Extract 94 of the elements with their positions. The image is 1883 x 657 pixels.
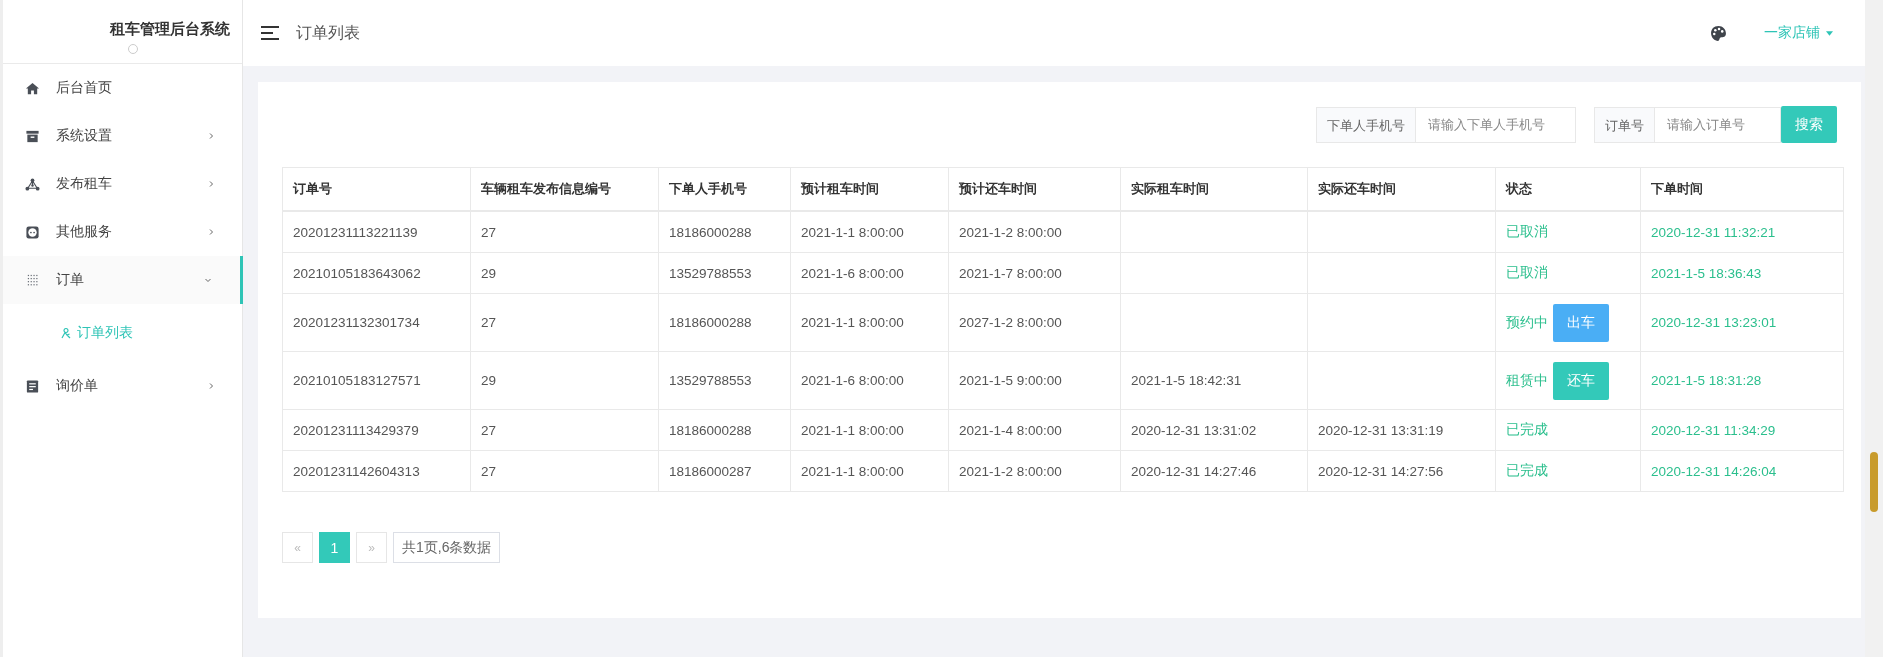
menu-item[interactable]: 发布租车 (3, 160, 243, 208)
next-page-button[interactable]: » (356, 532, 387, 563)
system-title: 租车管理后台系统 (110, 20, 230, 39)
order-time: 2021-1-5 18:36:43 (1651, 265, 1762, 281)
table-cell: 20201231142604313 (293, 463, 420, 479)
archive-icon (25, 128, 40, 144)
search-field[interactable]: 请输入订单号 (1655, 106, 1781, 143)
table-cell: 2021-1-1 8:00:00 (801, 463, 904, 479)
table-cell: 2021-1-1 8:00:00 (801, 422, 904, 438)
chevron-right-icon (207, 382, 215, 390)
document-icon (25, 378, 40, 394)
palette-icon[interactable] (1710, 24, 1727, 42)
column-header: 预计还车时间 (948, 167, 1121, 211)
table-cell: 2027-1-2 8:00:00 (959, 315, 1062, 330)
table-cell: 2020-12-31 14:27:56 (1318, 463, 1444, 479)
page-button[interactable]: 1 (319, 532, 350, 563)
table-cell: 2021-1-6 8:00:00 (801, 265, 904, 281)
home-icon (25, 80, 40, 96)
menu-item[interactable]: 后台首页 (3, 64, 243, 112)
table-cell: 27 (481, 224, 497, 240)
chevron-right-icon (207, 228, 215, 236)
search-field[interactable]: 请输入下单人手机号 (1416, 106, 1576, 143)
status-text: 租赁中 (1506, 371, 1548, 390)
network-icon (25, 176, 40, 192)
scrollbar[interactable] (1865, 0, 1883, 657)
grid-icon (25, 272, 40, 288)
table-cell: 2021-1-1 8:00:00 (801, 224, 904, 240)
menu-item[interactable]: 订单 (3, 256, 243, 304)
table-cell: 20201231113221139 (293, 224, 418, 240)
table-cell: 27 (481, 463, 497, 479)
status-text: 已取消 (1506, 223, 1548, 241)
column-header: 预计租车时间 (790, 167, 949, 211)
table-cell: 29 (481, 265, 497, 281)
table-cell: 18186000287 (669, 463, 752, 479)
table-cell: 18186000288 (669, 422, 752, 438)
column-header: 实际还车时间 (1307, 167, 1496, 211)
table-cell: 2020-12-31 14:27:46 (1131, 463, 1257, 479)
order-time: 2021-1-5 18:31:28 (1651, 373, 1762, 388)
previous-page-button[interactable]: « (282, 532, 313, 563)
table-cell: 20201231132301734 (293, 315, 420, 330)
table-cell: 20210105183643062 (293, 265, 421, 281)
chevron-down-icon (204, 276, 212, 284)
table-cell: 13529788553 (669, 265, 752, 281)
table-cell: 29 (481, 373, 497, 388)
menu-item[interactable]: 其他服务 (3, 208, 243, 256)
table-cell: 2020-12-31 13:31:19 (1318, 422, 1444, 438)
column-header: 下单人手机号 (658, 167, 791, 211)
order-time: 2020-12-31 11:32:21 (1651, 224, 1776, 240)
order-time: 2020-12-31 13:23:01 (1651, 315, 1777, 330)
person-icon (60, 327, 72, 339)
column-header: 订单号 (282, 167, 471, 211)
table-cell: 2021-1-1 8:00:00 (801, 315, 904, 330)
breadcrumb: 订单列表 (296, 22, 360, 43)
column-header: 实际租车时间 (1120, 167, 1308, 211)
menu-item[interactable]: 系统设置 (3, 112, 243, 160)
menu-item[interactable]: 询价单 (3, 362, 243, 410)
status-text: 已完成 (1506, 421, 1548, 439)
table-cell: 2021-1-6 8:00:00 (801, 373, 904, 388)
store-dropdown[interactable]: 一家店铺 (1764, 24, 1833, 42)
table-cell: 20201231113429379 (293, 422, 419, 438)
status-text: 预约中 (1506, 313, 1548, 332)
table-cell: 2021-1-2 8:00:00 (959, 463, 1062, 479)
field-label: 订单号 (1594, 106, 1655, 143)
table-cell: 18186000288 (669, 315, 752, 330)
submenu-item[interactable]: 订单列表 (3, 304, 242, 362)
order-time: 2020-12-31 14:26:04 (1651, 463, 1777, 479)
page-summary: 共1页,6条数据 (393, 532, 501, 563)
outlet-icon (25, 224, 40, 240)
table-cell: 2021-1-5 18:42:31 (1131, 373, 1242, 388)
chevron-right-icon (207, 132, 215, 140)
table-cell: 18186000288 (669, 224, 752, 240)
action-button[interactable]: 还车 (1553, 361, 1609, 400)
table-cell: 20210105183127571 (293, 373, 421, 388)
order-time: 2020-12-31 11:34:29 (1651, 422, 1776, 438)
table-cell: 2020-12-31 13:31:02 (1131, 422, 1257, 438)
search-button[interactable]: 搜索 (1781, 106, 1837, 143)
table-cell: 13529788553 (669, 373, 752, 388)
table-cell: 27 (481, 422, 497, 438)
table-cell: 27 (481, 315, 497, 330)
field-label: 下单人手机号 (1316, 106, 1416, 143)
column-header: 下单时间 (1640, 167, 1844, 211)
column-header: 状态 (1495, 167, 1641, 211)
status-text: 已取消 (1506, 264, 1548, 282)
action-button[interactable]: 出车 (1553, 303, 1609, 342)
chevron-right-icon (207, 180, 215, 188)
table-cell: 2021-1-5 9:00:00 (959, 373, 1062, 388)
table-cell: 2021-1-4 8:00:00 (959, 422, 1062, 438)
menu-icon[interactable] (260, 25, 280, 41)
caret-icon (1826, 30, 1833, 36)
scrollbar-thumb[interactable] (1870, 452, 1878, 512)
status-text: 已完成 (1506, 462, 1548, 480)
table-cell: 2021-1-7 8:00:00 (959, 265, 1062, 281)
table-cell: 2021-1-2 8:00:00 (959, 224, 1062, 240)
column-header: 车辆租车发布信息编号 (470, 167, 659, 211)
